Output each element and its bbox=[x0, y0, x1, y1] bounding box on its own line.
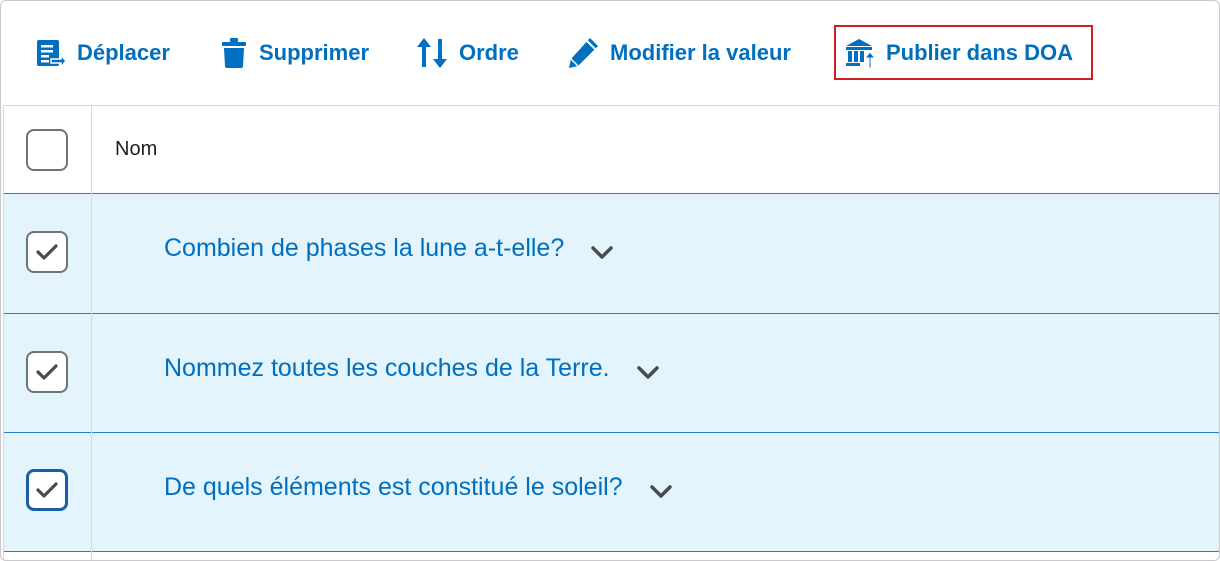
edit-value-label: Modifier la valeur bbox=[610, 39, 791, 65]
question-cell: Nommez toutes les couches de la Terre. bbox=[164, 354, 660, 383]
chevron-down-icon[interactable] bbox=[590, 245, 614, 261]
move-button[interactable]: Déplacer bbox=[35, 25, 170, 80]
delete-label: Supprimer bbox=[259, 39, 370, 65]
publish-label: Publier dans DOA bbox=[886, 39, 1074, 65]
checkmark-icon bbox=[36, 364, 58, 380]
table-header-row: Nom bbox=[4, 106, 1219, 194]
question-cell: Combien de phases la lune a-t-elle? bbox=[164, 234, 614, 263]
chevron-down-icon[interactable] bbox=[649, 484, 673, 500]
order-button[interactable]: Ordre bbox=[415, 25, 519, 80]
question-link[interactable]: De quels éléments est constitué le solei… bbox=[164, 473, 623, 502]
delete-button[interactable]: Supprimer bbox=[219, 25, 369, 80]
question-list-panel: Déplacer Supprimer Ordre Modifier la val… bbox=[0, 0, 1220, 561]
row-checkbox[interactable] bbox=[26, 469, 68, 511]
trash-icon bbox=[219, 37, 249, 69]
edit-value-button[interactable]: Modifier la valeur bbox=[566, 25, 791, 80]
question-link[interactable]: Combien de phases la lune a-t-elle? bbox=[164, 234, 564, 263]
column-header-name: Nom bbox=[115, 138, 158, 160]
table-row[interactable]: Combien de phases la lune a-t-elle? bbox=[4, 194, 1219, 314]
checkmark-icon bbox=[36, 482, 58, 498]
publish-repository-icon bbox=[844, 37, 876, 69]
toolbar: Déplacer Supprimer Ordre Modifier la val… bbox=[1, 1, 1219, 105]
chevron-down-icon[interactable] bbox=[636, 365, 660, 381]
question-cell: De quels éléments est constitué le solei… bbox=[164, 473, 673, 502]
checkmark-icon bbox=[36, 244, 58, 260]
question-link[interactable]: Nommez toutes les couches de la Terre. bbox=[164, 354, 610, 383]
table-row[interactable]: Nommez toutes les couches de la Terre. bbox=[4, 314, 1219, 433]
sort-arrows-icon bbox=[415, 36, 449, 70]
publish-to-repository-button[interactable]: Publier dans DOA bbox=[834, 25, 1094, 80]
pencil-icon bbox=[566, 36, 600, 70]
select-all-checkbox[interactable] bbox=[26, 129, 68, 171]
move-icon bbox=[35, 37, 67, 69]
column-divider bbox=[91, 106, 92, 560]
order-label: Ordre bbox=[459, 39, 519, 65]
questions-table: Nom Combien de phases la lune a-t-elle? bbox=[3, 105, 1219, 560]
row-checkbox[interactable] bbox=[26, 231, 68, 273]
table-row[interactable]: De quels éléments est constitué le solei… bbox=[4, 433, 1219, 552]
move-label: Déplacer bbox=[77, 39, 170, 65]
row-checkbox[interactable] bbox=[26, 351, 68, 393]
